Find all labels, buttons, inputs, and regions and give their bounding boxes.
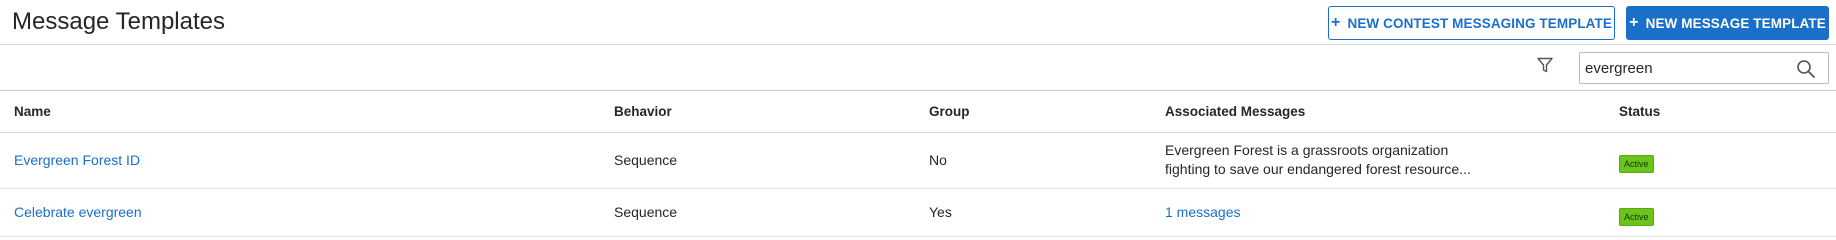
column-header-associated-messages[interactable]: Associated Messages (1165, 104, 1305, 119)
page-header: Message Templates + NEW CONTEST MESSAGIN… (0, 0, 1836, 45)
associated-messages-link[interactable]: 1 messages (1165, 203, 1240, 222)
template-name-link[interactable]: Celebrate evergreen (14, 203, 142, 222)
new-message-template-label: NEW MESSAGE TEMPLATE (1645, 15, 1826, 31)
page-title: Message Templates (12, 8, 225, 35)
filter-button[interactable] (1534, 54, 1556, 76)
status-badge: Active (1619, 208, 1654, 226)
group-cell: No (929, 152, 947, 168)
plus-icon: + (1331, 14, 1341, 31)
status-cell: Active (1619, 153, 1654, 173)
associated-message-text-line: Evergreen Forest is a grassroots organiz… (1165, 142, 1449, 158)
new-message-template-button[interactable]: + NEW MESSAGE TEMPLATE (1626, 6, 1829, 40)
table-row: Evergreen Forest ID Sequence No Evergree… (0, 133, 1836, 189)
status-badge: Active (1619, 155, 1654, 173)
plus-icon: + (1629, 14, 1639, 31)
associated-message-text-line: fighting to save our endangered forest r… (1165, 161, 1471, 177)
search-icon[interactable] (1796, 59, 1816, 79)
group-cell: Yes (929, 204, 952, 220)
search-box (1579, 52, 1829, 84)
column-header-name[interactable]: Name (14, 104, 51, 119)
status-cell: Active (1619, 206, 1654, 226)
column-header-status[interactable]: Status (1619, 104, 1660, 119)
column-header-behavior[interactable]: Behavior (614, 104, 672, 119)
column-header-group[interactable]: Group (929, 104, 970, 119)
associated-messages-cell: Evergreen Forest is a grassroots organiz… (1165, 141, 1485, 179)
filter-icon (1537, 57, 1553, 73)
behavior-cell: Sequence (614, 152, 678, 168)
table-header-row: Name Behavior Group Associated Messages … (0, 92, 1836, 133)
search-input[interactable] (1580, 53, 1790, 83)
behavior-cell: Sequence (614, 204, 678, 220)
new-contest-messaging-template-label: NEW CONTEST MESSAGING TEMPLATE (1347, 15, 1612, 31)
message-templates-table: Name Behavior Group Associated Messages … (0, 92, 1836, 237)
new-contest-messaging-template-button[interactable]: + NEW CONTEST MESSAGING TEMPLATE (1328, 6, 1615, 40)
template-name-link[interactable]: Evergreen Forest ID (14, 151, 140, 170)
table-toolbar (0, 46, 1836, 91)
table-row: Celebrate evergreen Sequence Yes 1 messa… (0, 189, 1836, 237)
